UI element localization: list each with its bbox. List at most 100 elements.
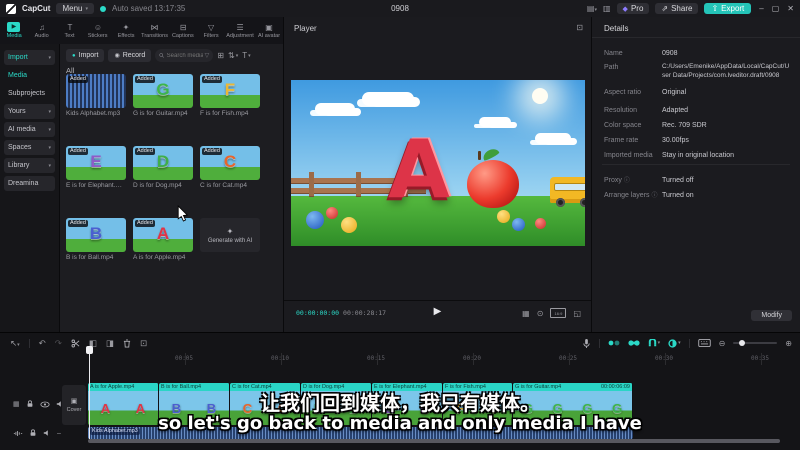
tab-captions[interactable]: ⊟ Captions — [169, 17, 197, 44]
media-item[interactable]: Added D D is for Dog.mp4 — [133, 146, 193, 189]
zoom-slider-thumb[interactable] — [739, 340, 746, 346]
tab-ai-avatar[interactable]: ▣ AI avatar — [255, 17, 283, 44]
ball-yellow — [496, 209, 510, 223]
text-icon: T — [67, 22, 73, 32]
detail-value: C:/Users/Emenike/AppData/Local/CapCut/Us… — [662, 63, 790, 79]
player-panel: Player ⊡ A 00:00:00:00 00:00:28:17 ▶ ▦ ⊙… — [284, 17, 592, 332]
tab-filters[interactable]: ▽ Filters — [197, 17, 225, 44]
detail-value: Stay in original location — [662, 152, 734, 159]
record-button[interactable]: ◉ Record — [108, 49, 152, 62]
detail-label: Aspect ratio — [604, 89, 641, 96]
sidebar-item-subprojects[interactable]: Subprojects — [4, 86, 55, 101]
trim-right-icon[interactable]: ◨ — [106, 338, 114, 349]
added-badge: Added — [68, 220, 88, 227]
generate-with-ai-button[interactable]: ✦ Generate with AI — [200, 218, 260, 252]
bus-wheel — [579, 197, 585, 207]
media-thumbnail: Added A — [133, 218, 193, 252]
tab-audio[interactable]: ♫ Audio — [28, 17, 56, 44]
media-thumbnail: Added D — [133, 146, 193, 180]
video-preview[interactable]: A — [291, 80, 585, 246]
timeline-scrollbar[interactable] — [88, 439, 780, 443]
media-item[interactable]: Added C C is for Cat.mp4 — [200, 146, 260, 189]
letter-a-3d: A — [388, 123, 450, 217]
sidebar-item-yours[interactable]: Yours ▾ — [4, 104, 55, 119]
sidebar-item-import[interactable]: Import ▾ — [4, 50, 55, 65]
export-button[interactable]: ⇧ Export — [704, 3, 752, 14]
media-thumbnail: Added E — [66, 146, 126, 180]
render-preview-icon[interactable]: ▾ — [668, 338, 681, 348]
snap-magnet-icon[interactable]: ▾ — [648, 338, 660, 348]
sidebar-item-spaces[interactable]: Spaces ▾ — [4, 140, 55, 155]
select-tool-icon[interactable]: ↖▾ — [10, 338, 20, 349]
preview-quality-icon[interactable]: ▦ — [522, 309, 530, 318]
sidebar-item-library[interactable]: Library ▾ — [4, 158, 55, 173]
close-button[interactable]: ✕ — [787, 4, 794, 13]
tab-transitions[interactable]: ⋈ Transitions — [140, 17, 169, 44]
added-badge: Added — [202, 76, 222, 83]
freeze-frame-icon[interactable]: ⊡ — [140, 338, 147, 349]
media-item[interactable]: Added Kids Alphabet.mp3 — [66, 74, 126, 117]
tab-stickers[interactable]: ☺ Stickers — [84, 17, 112, 44]
play-button[interactable]: ▶ — [434, 306, 442, 317]
pro-button[interactable]: ◆ Pro — [616, 3, 650, 14]
pro-diamond-icon: ◆ — [622, 5, 628, 13]
share-button[interactable]: ⇗ Share — [655, 3, 699, 14]
detail-value: Original — [662, 89, 687, 96]
type-filter-icon[interactable]: T ▾ — [242, 51, 250, 60]
record-icon: ◉ — [114, 53, 120, 59]
layout-panels-icon[interactable]: ▤▾ — [587, 4, 597, 13]
link-clips-toggle-icon[interactable] — [627, 339, 640, 347]
zoom-in-icon[interactable]: ⊕ — [785, 339, 792, 348]
media-item[interactable]: Added G G is for Guitar.mp4 — [133, 74, 193, 117]
fullscreen-icon[interactable]: ◱ — [573, 309, 581, 318]
media-item[interactable]: Added A A is for Apple.mp4 — [133, 218, 193, 261]
tab-media[interactable]: ▶ Media — [0, 17, 28, 44]
menu-button[interactable]: Menu ▾ — [56, 3, 94, 14]
titlebar: CapCut Menu ▾ Auto saved 13:17:35 0908 ▤▾… — [0, 0, 800, 17]
media-thumbnail: Added B — [66, 218, 126, 252]
effects-icon: ✦ — [122, 22, 130, 32]
ball-blue — [511, 218, 525, 232]
zoom-out-icon[interactable]: ⊖ — [719, 339, 726, 348]
sun — [532, 88, 549, 105]
media-panel: ●Import ◉Record ▽ ⊞ ⇅▾ T▾ All Added Kids… — [60, 44, 284, 332]
tab-text[interactable]: T Text — [56, 17, 84, 44]
divider — [688, 338, 690, 348]
media-item[interactable]: Added B B is for Ball.mp4 — [66, 218, 126, 261]
shortcuts-keyboard-icon[interactable] — [697, 339, 711, 347]
school-bus — [549, 176, 585, 207]
sidebar-item-ai-media[interactable]: AI media ▾ — [4, 122, 55, 137]
minimize-button[interactable]: – — [759, 4, 763, 13]
zoom-slider[interactable] — [733, 340, 778, 346]
voiceover-mic-icon[interactable] — [582, 338, 591, 349]
maximize-button[interactable]: ▢ — [772, 4, 780, 13]
media-item[interactable]: Added F F is for Fish.mp4 — [200, 74, 260, 117]
grid-view-icon[interactable]: ⊞ — [217, 51, 224, 60]
modify-button[interactable]: Modify — [751, 310, 792, 321]
import-button[interactable]: ● Import — [66, 49, 105, 62]
added-badge: Added — [135, 148, 155, 155]
preview-axis-toggle-icon[interactable] — [608, 339, 620, 347]
split-scissors-icon[interactable] — [71, 339, 80, 348]
sidebar-item-media[interactable]: Media — [4, 68, 55, 83]
sidebar-item-dreamina[interactable]: Dreamina — [4, 176, 55, 191]
search-box[interactable]: ▽ — [155, 49, 214, 62]
player-settings-icon[interactable]: ⊡ — [576, 23, 583, 32]
chevron-down-icon: ▾ — [85, 5, 88, 12]
media-thumbnail: Added — [66, 74, 126, 108]
tab-effects[interactable]: ✦ Effects — [112, 17, 140, 44]
layout-wide-icon[interactable]: ▥ — [603, 4, 611, 13]
timeline-ruler[interactable]: 00:05 00:10 00:15 00:20 00:25 00:30 00:3… — [60, 353, 800, 365]
media-item[interactable]: Added E E is for Elephant.mp4 — [66, 146, 126, 189]
redo-icon[interactable]: ↷ — [55, 338, 62, 349]
undo-icon[interactable]: ↶ — [39, 338, 46, 349]
ai-sparkle-icon: ✦ — [226, 226, 234, 236]
aspect-ratio-button[interactable]: 16:9 — [550, 308, 567, 318]
capcut-app: CapCut Menu ▾ Auto saved 13:17:35 0908 ▤▾… — [0, 0, 800, 450]
app-name: CapCut — [22, 4, 51, 13]
tab-adjustment[interactable]: ☰ Adjustment — [225, 17, 255, 44]
sort-icon[interactable]: ⇅ ▾ — [228, 51, 238, 60]
search-input[interactable] — [166, 52, 203, 59]
delete-icon[interactable] — [123, 339, 131, 348]
frame-focus-icon[interactable]: ⊙ — [537, 309, 544, 318]
